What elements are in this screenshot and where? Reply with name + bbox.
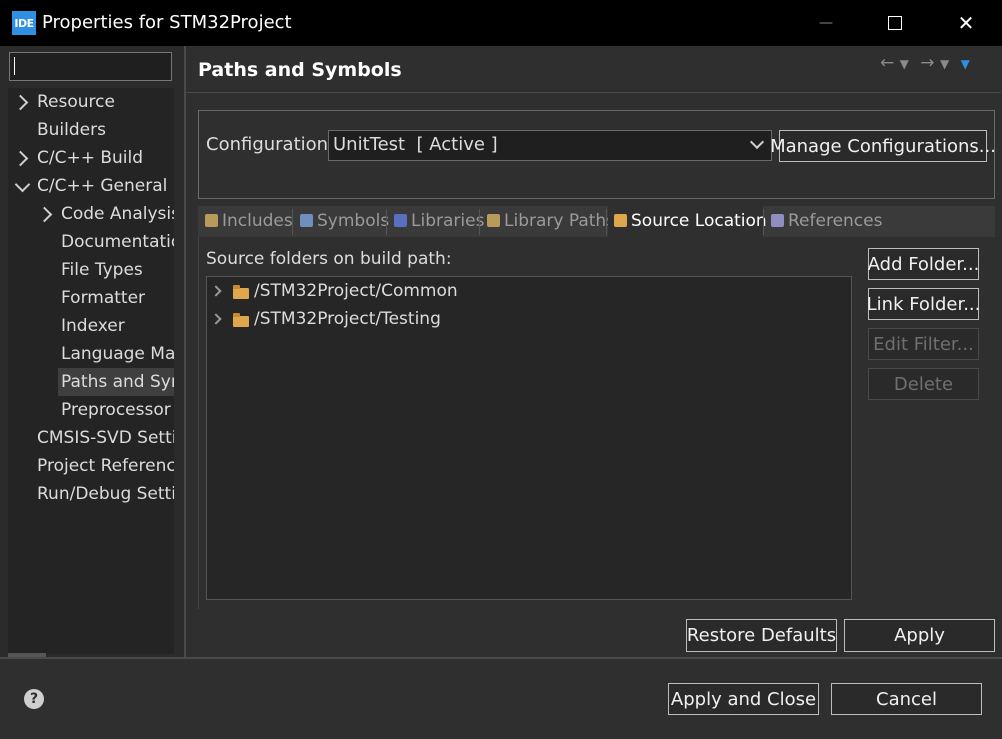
tab-references[interactable]: References: [765, 206, 882, 237]
tab-separator: [479, 209, 480, 235]
tab-icon: [614, 214, 627, 227]
source-folder-label: /STM32Project/Common: [254, 281, 458, 301]
text-caret: [14, 57, 15, 75]
tree-item-label: File Types: [61, 260, 143, 280]
tree-item[interactable]: Paths and Symbols: [58, 368, 174, 396]
minimize-button[interactable]: —: [803, 0, 849, 46]
back-arrow-icon[interactable]: ←: [880, 53, 894, 73]
tab-icon: [487, 214, 500, 227]
chevron-right-icon[interactable]: [12, 150, 29, 167]
tree-item-label: Project References: [37, 456, 174, 476]
close-button[interactable]: ✕: [943, 0, 989, 46]
tree-item-label: Documentation: [61, 232, 174, 252]
forward-menu-icon[interactable]: ▼: [940, 57, 949, 71]
folder-icon: [233, 285, 249, 299]
tab-separator: [606, 209, 607, 235]
tab-label: References: [788, 211, 883, 231]
tab-icon: [771, 214, 784, 227]
tab-icon: [300, 214, 313, 227]
tree-item-label: Preprocessor Include Paths: [61, 400, 174, 420]
tab-icon: [205, 214, 218, 227]
app-icon: IDE: [12, 11, 36, 35]
tree-item-label: Builders: [37, 120, 106, 140]
tab-symbols[interactable]: Symbols: [294, 206, 389, 237]
manage-configurations-button[interactable]: Manage Configurations...: [770, 130, 996, 162]
tab-icon: [394, 214, 407, 227]
tree-item-label: Resource: [37, 92, 115, 112]
tree-item-label: Run/Debug Settings: [37, 484, 174, 504]
filter-input[interactable]: [9, 52, 172, 81]
view-menu-icon[interactable]: ▼: [961, 57, 970, 71]
cancel-button[interactable]: Cancel: [831, 683, 982, 715]
folder-icon: [233, 313, 249, 327]
chevron-right-icon[interactable]: [12, 94, 29, 111]
title-separator: [186, 92, 1001, 93]
back-menu-icon[interactable]: ▼: [900, 57, 909, 71]
add-folder-button[interactable]: Add Folder...: [868, 248, 979, 280]
source-folder-item[interactable]: /STM32Project/Testing: [210, 305, 810, 333]
tab-separator: [386, 209, 387, 235]
restore-defaults-button[interactable]: Restore Defaults: [686, 619, 837, 652]
apply-and-close-button[interactable]: Apply and Close: [668, 683, 819, 715]
maximize-icon: [888, 16, 902, 30]
delete-button[interactable]: Delete: [868, 368, 979, 400]
configuration-value: UnitTest [ Active ]: [333, 134, 498, 155]
tree-item-label: Indexer: [61, 316, 125, 336]
edit-filter-button[interactable]: Edit Filter...: [868, 328, 979, 360]
close-icon: ✕: [957, 11, 975, 35]
tree-item-label: Formatter: [61, 288, 146, 308]
tab-label: Source Location: [631, 211, 767, 231]
tab-label: Library Paths: [504, 211, 616, 231]
chevron-right-icon[interactable]: [210, 313, 222, 325]
tree-item-label: Language Mappings: [61, 344, 174, 364]
link-folder-button[interactable]: Link Folder...: [867, 288, 980, 320]
source-folder-label: /STM32Project/Testing: [254, 309, 441, 329]
tab-separator: [763, 209, 764, 235]
navigation-arrows[interactable]: ← ▼ → ▼ ▼: [880, 53, 970, 73]
tree-item-label: Paths and Symbols: [61, 372, 174, 392]
tab-label: Includes: [222, 211, 293, 231]
window-title: Properties for STM32Project: [42, 12, 292, 33]
property-tree[interactable]: Resource Builders C/C++ Build C/C++ General…: [8, 88, 174, 654]
apply-button[interactable]: Apply: [844, 619, 995, 652]
tree-item-label: Code Analysis: [61, 204, 174, 224]
tree-item-label: C/C++ Build: [37, 148, 144, 168]
chevron-right-icon[interactable]: [210, 285, 222, 297]
tab-library-paths[interactable]: Library Paths: [481, 206, 615, 237]
source-folders-label: Source folders on build path:: [206, 249, 452, 269]
tab-label: Libraries: [411, 211, 485, 231]
tab-label: Symbols: [317, 211, 390, 231]
tab-separator: [292, 209, 293, 235]
bottom-separator: [0, 657, 1002, 659]
chevron-down-icon[interactable]: [14, 176, 31, 193]
tab-source-location[interactable]: Source Location: [608, 206, 767, 237]
forward-arrow-icon[interactable]: →: [920, 53, 934, 73]
source-folder-item[interactable]: /STM32Project/Common: [210, 277, 810, 305]
page-title: Paths and Symbols: [198, 59, 402, 81]
help-icon[interactable]: ?: [24, 689, 44, 709]
maximize-button[interactable]: [872, 0, 918, 46]
tab-includes[interactable]: Includes: [199, 206, 293, 237]
configuration-label: Configuration:: [206, 134, 335, 155]
panel-splitter[interactable]: [184, 46, 186, 658]
tree-item-label: CMSIS-SVD Settings: [37, 428, 174, 448]
chevron-right-icon[interactable]: [36, 206, 53, 223]
minimize-icon: —: [819, 15, 833, 31]
tree-item-label: C/C++ General: [37, 176, 168, 196]
tab-libraries[interactable]: Libraries: [388, 206, 484, 237]
